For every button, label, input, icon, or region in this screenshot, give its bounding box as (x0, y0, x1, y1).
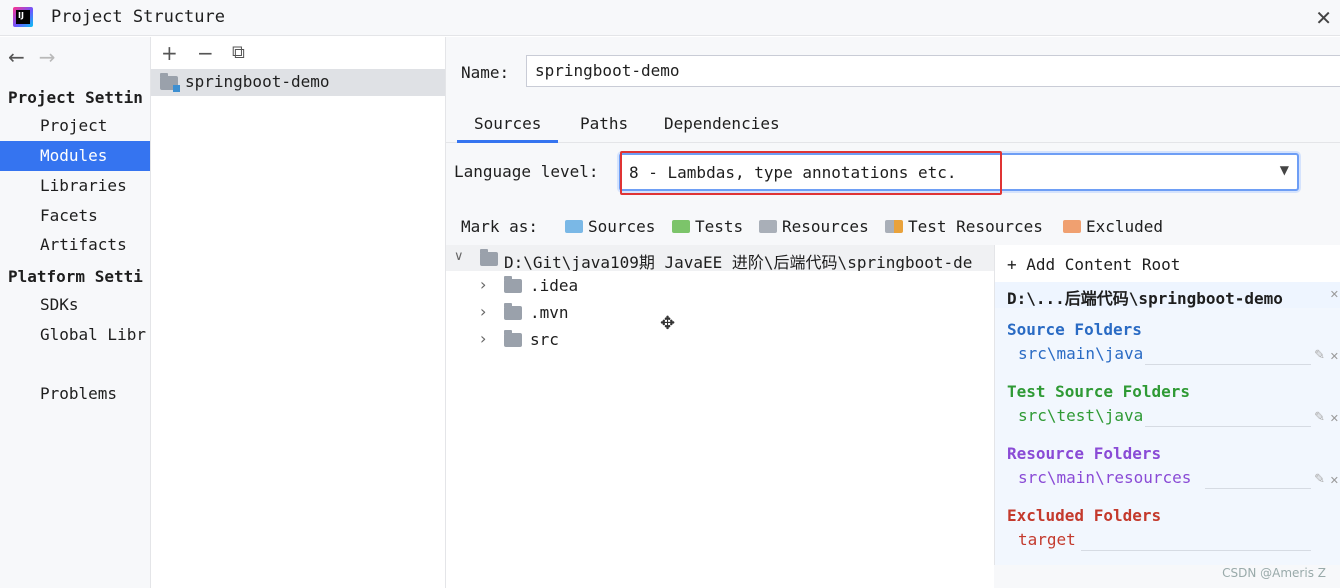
sources-folder-icon (565, 220, 583, 233)
resources-folder-icon (759, 220, 777, 233)
source-folders-title: Source Folders (1007, 320, 1142, 339)
folder-tree: ∨ D:\Git\java109期 JavaEE 进阶\后端代码\springb… (446, 245, 994, 588)
chevron-right-icon[interactable]: › (480, 275, 486, 294)
settings-sidebar: ← → Project Settin Project Modules Librar… (0, 37, 151, 588)
name-label: Name: (461, 63, 510, 82)
content-root-path: D:\...后端代码\springboot-demo (1007, 289, 1283, 308)
add-icon[interactable]: + (161, 41, 178, 65)
excluded-folder-icon (1063, 220, 1081, 233)
excluded-folder-path[interactable]: target (1018, 530, 1076, 549)
sidebar-item-artifacts[interactable]: Artifacts (0, 230, 150, 260)
language-level-label: Language level: (454, 162, 599, 181)
copy-icon[interactable]: ⧉ (232, 42, 245, 63)
sidebar-item-global-libraries[interactable]: Global Libr (0, 320, 150, 350)
content-root-header: D:\...后端代码\springboot-demo ✕ (995, 282, 1340, 308)
tree-row[interactable]: › .idea (446, 272, 994, 298)
divider (1145, 426, 1311, 427)
mark-as-excluded-button[interactable]: Excluded (1063, 217, 1163, 236)
remove-content-root-icon[interactable]: ✕ (1330, 288, 1339, 301)
source-folder-path[interactable]: src\main\java (1018, 344, 1143, 363)
chevron-down-icon[interactable]: ∨ (454, 249, 464, 264)
tree-item-label: .idea (530, 276, 579, 295)
test-source-folder-path[interactable]: src\test\java (1018, 406, 1143, 425)
detail-tabs: Sources Paths Dependencies (446, 107, 1340, 143)
tree-row[interactable]: › .mvn (446, 299, 994, 325)
excluded-folders-title: Excluded Folders (1007, 506, 1162, 525)
divider (1081, 550, 1311, 551)
tree-item-label: .mvn (530, 303, 569, 322)
remove-icon[interactable]: ✕ (1330, 350, 1339, 363)
sidebar-item-libraries[interactable]: Libraries (0, 171, 150, 201)
mark-as-resources-button[interactable]: Resources (759, 217, 869, 236)
title-bar: IJ Project Structure ✕ (0, 0, 1340, 36)
mark-as-test-resources-button[interactable]: Test Resources (885, 217, 1043, 236)
tree-row[interactable]: › src (446, 326, 994, 352)
tree-item-label: src (530, 330, 559, 349)
remove-icon[interactable]: ✕ (1330, 474, 1339, 487)
folder-icon (504, 330, 522, 347)
dropdown-arrow-icon: ▼ (1279, 163, 1289, 177)
tree-root-label: D:\Git\java109期 JavaEE 进阶\后端代码\springboo… (504, 253, 973, 271)
content-root-panel: + Add Content Root D:\...后端代码\springboot… (994, 245, 1340, 565)
chevron-right-icon[interactable]: › (480, 302, 486, 321)
watermark: CSDN @Ameris Z (1222, 566, 1326, 580)
intellij-app-icon: IJ (13, 7, 33, 27)
module-name-field[interactable]: springboot-demo (526, 55, 1340, 87)
module-list-item[interactable]: springboot-demo (151, 69, 445, 96)
edit-pencil-icon[interactable]: ✎ (1314, 472, 1325, 487)
move-cursor-icon: ✥ (660, 313, 676, 334)
folder-icon (480, 249, 498, 266)
close-icon[interactable]: ✕ (1315, 6, 1332, 30)
window-title: Project Structure (51, 7, 225, 27)
back-arrow-icon[interactable]: ← (8, 45, 25, 69)
resource-folders-title: Resource Folders (1007, 444, 1162, 463)
divider (1205, 488, 1311, 489)
folder-icon (504, 276, 522, 293)
nav-arrows: ← → (8, 45, 70, 69)
mark-as-label: Mark as: (461, 217, 539, 236)
sidebar-item-project[interactable]: Project (0, 111, 150, 141)
sidebar-item-problems[interactable]: Problems (0, 379, 150, 409)
divider (1145, 364, 1311, 365)
tests-folder-icon (672, 220, 690, 233)
sidebar-item-sdks[interactable]: SDKs (0, 290, 150, 320)
sidebar-item-facets[interactable]: Facets (0, 201, 150, 231)
language-level-value: 8 - Lambdas, type annotations etc. (629, 163, 957, 182)
tab-paths[interactable]: Paths (580, 114, 628, 133)
tree-root-row[interactable]: ∨ D:\Git\java109期 JavaEE 进阶\后端代码\springb… (446, 245, 994, 271)
module-detail-panel: Name: springboot-demo Sources Paths Depe… (446, 37, 1340, 588)
resource-folder-path[interactable]: src\main\resources (1018, 468, 1191, 487)
chevron-right-icon[interactable]: › (480, 329, 486, 348)
platform-settings-header: Platform Setti (8, 267, 143, 286)
mark-as-sources-button[interactable]: Sources (565, 217, 655, 236)
remove-icon[interactable]: − (197, 41, 214, 65)
module-list-panel: + − ⧉ springboot-demo (151, 37, 446, 588)
forward-arrow-icon[interactable]: → (39, 45, 56, 69)
module-toolbar: + − ⧉ (151, 37, 446, 69)
sidebar-item-modules[interactable]: Modules (0, 141, 150, 171)
edit-pencil-icon[interactable]: ✎ (1314, 348, 1325, 363)
module-folder-icon (160, 73, 180, 92)
test-source-folders-title: Test Source Folders (1007, 382, 1191, 401)
language-level-dropdown[interactable]: 8 - Lambdas, type annotations etc. ▼ (619, 153, 1299, 191)
remove-icon[interactable]: ✕ (1330, 412, 1339, 425)
tab-sources[interactable]: Sources (456, 114, 559, 143)
folder-icon (504, 303, 522, 320)
module-name: springboot-demo (185, 72, 330, 91)
mark-as-tests-button[interactable]: Tests (672, 217, 743, 236)
test-resources-folder-icon (885, 220, 903, 233)
tab-dependencies[interactable]: Dependencies (664, 114, 780, 133)
project-settings-header: Project Settin (8, 88, 143, 107)
add-content-root-button[interactable]: + Add Content Root (1007, 255, 1180, 274)
content-root-folders: Source Folders src\main\java ✎ ✕ Test So… (995, 308, 1340, 565)
edit-pencil-icon[interactable]: ✎ (1314, 410, 1325, 425)
